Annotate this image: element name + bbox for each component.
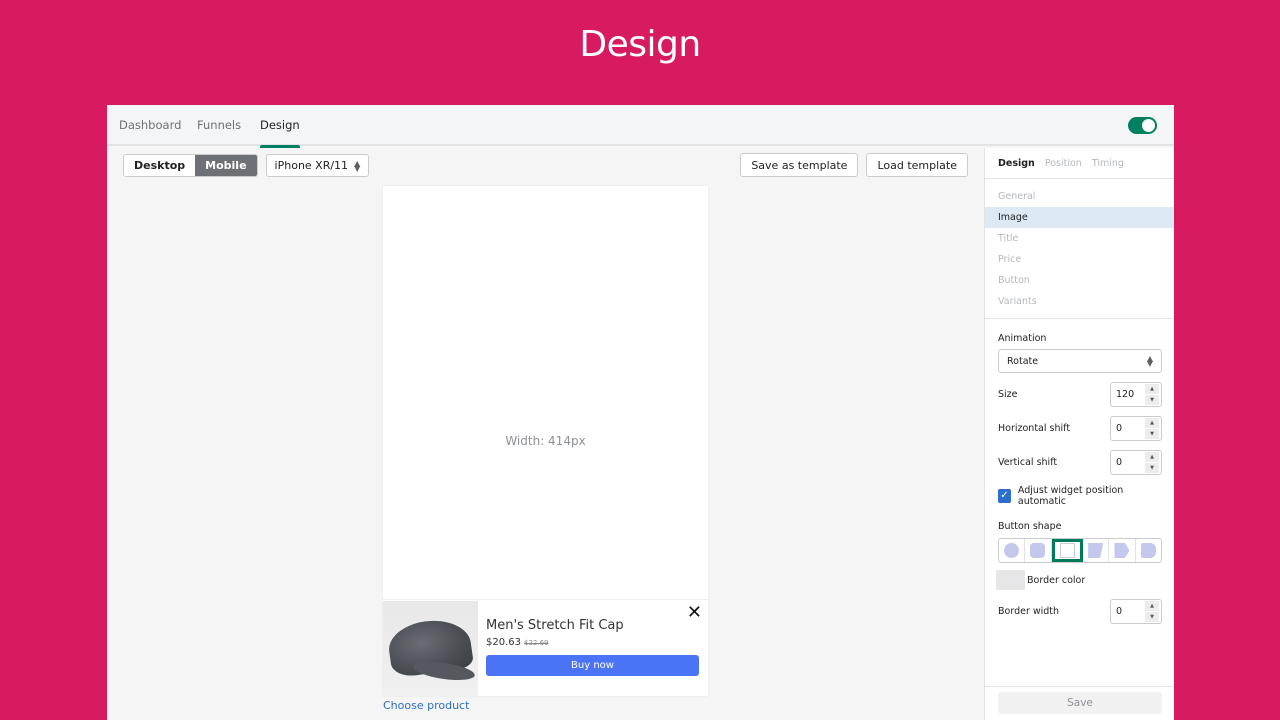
vshift-row: Vertical shift 0 ▲ ▼ xyxy=(998,450,1162,475)
section-variants[interactable]: Variants xyxy=(985,291,1174,312)
increment-icon[interactable]: ▲ xyxy=(1145,384,1159,394)
size-label: Size xyxy=(998,389,1018,400)
decrement-icon[interactable]: ▼ xyxy=(1145,395,1159,405)
border-color-label: Border color xyxy=(1027,574,1086,586)
settings-panel: Design Position Timing General Image Tit… xyxy=(984,148,1174,720)
animation-select[interactable]: Rotate ▲ ▼ xyxy=(998,349,1162,373)
vshift-stepper: ▲ ▼ xyxy=(1145,452,1159,473)
rounded-right-icon xyxy=(1140,543,1156,558)
section-price[interactable]: Price xyxy=(985,249,1174,270)
section-general[interactable]: General xyxy=(985,186,1174,207)
page-heading: Design xyxy=(579,24,701,65)
load-template-button[interactable]: Load template xyxy=(866,153,968,177)
adjust-position-label: Adjust widget position automatic xyxy=(1017,485,1124,507)
panel-tab-timing[interactable]: Timing xyxy=(1092,158,1124,169)
vshift-input[interactable]: 0 ▲ ▼ xyxy=(1110,450,1162,475)
shape-square[interactable] xyxy=(1051,539,1083,562)
size-input[interactable]: 120 ▲ ▼ xyxy=(1110,382,1162,407)
size-row: Size 120 ▲ ▼ xyxy=(998,382,1162,407)
enable-toggle[interactable] xyxy=(1128,117,1157,134)
decrement-icon[interactable]: ▼ xyxy=(1145,463,1159,473)
shape-trapezoid[interactable] xyxy=(1083,539,1110,562)
mobile-button[interactable]: Mobile xyxy=(195,155,257,176)
vshift-value: 0 xyxy=(1116,457,1123,468)
view-toolbar: Desktop Mobile iPhone XR/11 ▲ ▼ xyxy=(123,154,370,177)
buy-now-button[interactable]: Buy now xyxy=(486,655,699,676)
border-width-row: Border width 0 ▲ ▼ xyxy=(998,599,1162,624)
section-image[interactable]: Image xyxy=(985,207,1174,228)
border-color-row: Border color xyxy=(996,570,1162,590)
product-compare-price: $22.69 xyxy=(524,639,549,647)
panel-tab-design[interactable]: Design xyxy=(998,158,1035,169)
tab-dashboard[interactable]: Dashboard xyxy=(119,105,181,146)
section-button[interactable]: Button xyxy=(985,270,1174,291)
hshift-value: 0 xyxy=(1116,423,1123,434)
decrement-icon[interactable]: ▼ xyxy=(1145,429,1159,439)
close-icon[interactable]: ✕ xyxy=(687,602,702,623)
rounded-square-icon xyxy=(1030,543,1046,558)
hshift-stepper: ▲ ▼ xyxy=(1145,418,1159,439)
adjust-position-checkbox[interactable]: ✓ xyxy=(998,489,1011,503)
shape-rounded-right[interactable] xyxy=(1136,539,1161,562)
panel-footer: Save xyxy=(985,686,1174,720)
button-shape-label: Button shape xyxy=(998,521,1062,532)
hshift-input[interactable]: 0 ▲ ▼ xyxy=(1110,416,1162,441)
image-settings: Animation Rotate ▲ ▼ Size 120 ▲ ▼ Horizont… xyxy=(985,319,1174,624)
preview-width-label: Width: 414px xyxy=(505,434,586,448)
section-list: General Image Title Price Button Variant… xyxy=(985,179,1174,319)
product-image xyxy=(383,601,478,696)
border-color-swatch[interactable] xyxy=(996,570,1025,590)
arrow-shape-icon xyxy=(1114,543,1130,558)
toggle-knob xyxy=(1142,119,1155,132)
border-width-value: 0 xyxy=(1116,606,1123,617)
product-prices: $20.63 $22.69 xyxy=(486,637,700,648)
select-arrows-icon: ▲ ▼ xyxy=(354,158,361,173)
top-navigation: Dashboard Funnels Design xyxy=(107,105,1174,148)
section-title[interactable]: Title xyxy=(985,228,1174,249)
tab-design[interactable]: Design xyxy=(260,105,300,148)
decrement-icon[interactable]: ▼ xyxy=(1145,612,1159,622)
border-width-input[interactable]: 0 ▲ ▼ xyxy=(1110,599,1162,624)
save-as-template-button[interactable]: Save as template xyxy=(740,153,859,177)
increment-icon[interactable]: ▲ xyxy=(1145,452,1159,462)
vshift-label: Vertical shift xyxy=(998,457,1058,468)
adjust-position-row: ✓ Adjust widget position automatic xyxy=(998,485,1162,507)
view-mode-switch: Desktop Mobile xyxy=(123,154,258,177)
hshift-row: Horizontal shift 0 ▲ ▼ xyxy=(998,416,1162,441)
circle-icon xyxy=(1004,543,1020,558)
tab-funnels[interactable]: Funnels xyxy=(197,105,241,146)
app-window: Dashboard Funnels Design Desktop Mobile … xyxy=(107,105,1174,720)
shape-rounded-square[interactable] xyxy=(1025,539,1052,562)
border-width-label: Border width xyxy=(998,606,1060,617)
mobile-preview: Width: 414px ✕ Men's Stretch Fit Cap $20… xyxy=(383,186,708,696)
animation-label: Animation xyxy=(998,333,1047,344)
template-toolbar: Save as template Load template xyxy=(740,153,968,177)
size-value: 120 xyxy=(1116,389,1135,400)
device-select[interactable]: iPhone XR/11 ▲ ▼ xyxy=(265,154,370,177)
border-width-stepper: ▲ ▼ xyxy=(1145,601,1159,622)
choose-product-link[interactable]: Choose product xyxy=(383,699,469,712)
desktop-button[interactable]: Desktop xyxy=(124,155,196,176)
product-info: ✕ Men's Stretch Fit Cap $20.63 $22.69 Buy… xyxy=(478,600,708,696)
product-widget: ✕ Men's Stretch Fit Cap $20.63 $22.69 Buy… xyxy=(383,599,708,696)
select-arrows-icon: ▲ ▼ xyxy=(1146,354,1153,368)
save-button[interactable]: Save xyxy=(998,692,1162,714)
panel-tabs: Design Position Timing xyxy=(985,148,1174,179)
square-icon xyxy=(1059,543,1075,558)
panel-tab-position[interactable]: Position xyxy=(1045,158,1082,169)
increment-icon[interactable]: ▲ xyxy=(1145,418,1159,428)
shape-arrow[interactable] xyxy=(1109,539,1136,562)
product-title: Men's Stretch Fit Cap xyxy=(486,618,624,633)
device-select-value: iPhone XR/11 xyxy=(274,159,349,172)
button-shape-picker xyxy=(998,538,1162,563)
product-price: $20.63 xyxy=(486,637,521,648)
size-stepper: ▲ ▼ xyxy=(1145,384,1159,405)
trapezoid-icon xyxy=(1088,543,1104,558)
shape-circle[interactable] xyxy=(999,539,1026,562)
animation-value: Rotate xyxy=(1007,355,1039,367)
hshift-label: Horizontal shift xyxy=(998,423,1071,434)
increment-icon[interactable]: ▲ xyxy=(1145,601,1159,611)
